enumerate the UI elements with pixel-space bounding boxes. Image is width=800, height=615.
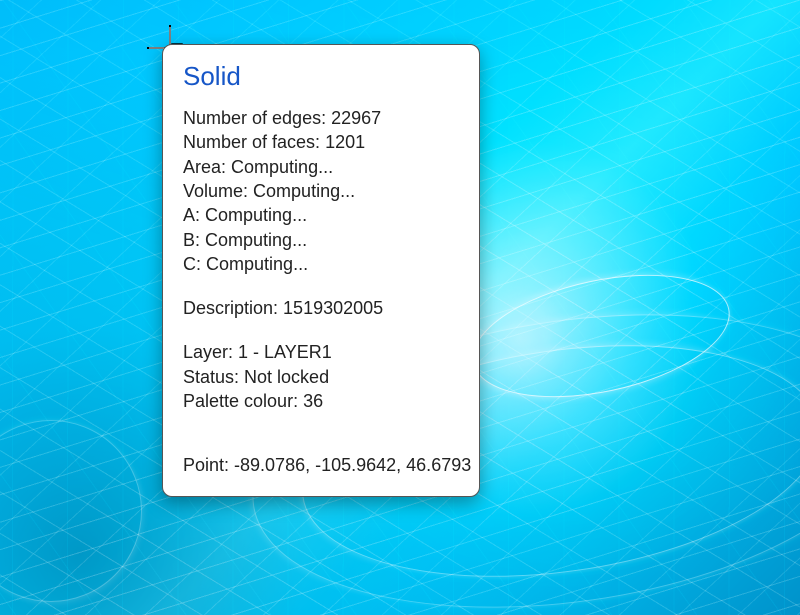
entity-info-tooltip: Solid Number of edges: 22967 Number of f… [162,44,480,497]
value-a: Computing... [205,205,307,225]
value-palette: 36 [303,391,323,411]
value-status: Not locked [244,367,329,387]
row-c: C: Computing... [183,252,461,276]
label-c: C: [183,254,206,274]
label-status: Status: [183,367,244,387]
row-palette: Palette colour: 36 [183,389,461,413]
label-area: Area: [183,157,231,177]
value-description: 1519302005 [283,298,383,318]
value-layer: 1 - LAYER1 [238,342,332,362]
value-point: -89.0786, -105.9642, 46.6793 [234,455,471,475]
value-volume: Computing... [253,181,355,201]
row-volume: Volume: Computing... [183,179,461,203]
label-palette: Palette colour: [183,391,303,411]
row-faces: Number of faces: 1201 [183,130,461,154]
label-point: Point: [183,455,234,475]
row-status: Status: Not locked [183,365,461,389]
label-volume: Volume: [183,181,253,201]
label-edges: Number of edges: [183,108,331,128]
label-b: B: [183,230,205,250]
label-a: A: [183,205,205,225]
value-area: Computing... [231,157,333,177]
row-edges: Number of edges: 22967 [183,106,461,130]
row-description: Description: 1519302005 [183,296,461,320]
label-layer: Layer: [183,342,238,362]
row-area: Area: Computing... [183,155,461,179]
value-edges: 22967 [331,108,381,128]
value-b: Computing... [205,230,307,250]
label-description: Description: [183,298,283,318]
label-faces: Number of faces: [183,132,325,152]
value-faces: 1201 [325,132,365,152]
row-layer: Layer: 1 - LAYER1 [183,340,461,364]
row-b: B: Computing... [183,228,461,252]
tooltip-title: Solid [183,59,461,94]
row-a: A: Computing... [183,203,461,227]
row-point: Point: -89.0786, -105.9642, 46.6793 [183,453,461,477]
value-c: Computing... [206,254,308,274]
